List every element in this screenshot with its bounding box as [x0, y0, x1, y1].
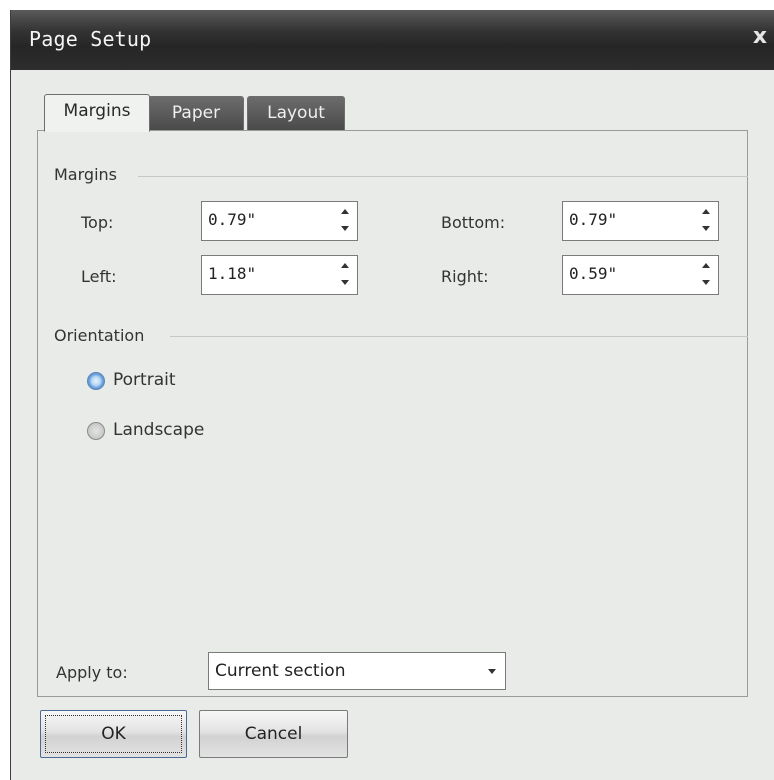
ok-button[interactable]: OK: [40, 710, 187, 758]
bottom-margin-spinner[interactable]: 0.79": [562, 201, 719, 241]
margins-group-label: Margins: [54, 165, 117, 184]
up-down-arrows-icon[interactable]: [336, 205, 354, 237]
right-margin-value[interactable]: 0.59": [569, 264, 617, 283]
close-icon[interactable]: x: [749, 25, 771, 49]
landscape-label[interactable]: Landscape: [113, 420, 204, 440]
top-margin-value[interactable]: 0.79": [208, 210, 256, 229]
right-margin-spinner[interactable]: 0.59": [562, 255, 719, 295]
bottom-label: Bottom:: [441, 213, 506, 232]
ok-button-label[interactable]: OK: [101, 724, 126, 744]
left-label: Left:: [81, 267, 117, 286]
tab-layout[interactable]: Layout: [247, 96, 345, 130]
page-setup-dialog: Page Setup x Paper Layout Margins Margin…: [10, 10, 774, 780]
bottom-margin-value[interactable]: 0.79": [569, 210, 617, 229]
tab-paper[interactable]: Paper: [148, 96, 244, 130]
up-down-arrows-icon[interactable]: [336, 259, 354, 291]
apply-to-dropdown[interactable]: Current section: [208, 652, 506, 690]
cancel-button-label[interactable]: Cancel: [245, 724, 303, 744]
landscape-radio-option[interactable]: Landscape: [87, 420, 227, 442]
portrait-label[interactable]: Portrait: [113, 370, 176, 390]
apply-to-label: Apply to:: [56, 663, 128, 682]
up-down-arrows-icon[interactable]: [697, 205, 715, 237]
up-down-arrows-icon[interactable]: [697, 259, 715, 291]
right-label: Right:: [441, 267, 489, 286]
orientation-group-label: Orientation: [54, 326, 145, 345]
left-margin-spinner[interactable]: 1.18": [201, 255, 358, 295]
tab-margins[interactable]: Margins: [44, 94, 150, 132]
left-margin-value[interactable]: 1.18": [208, 264, 256, 283]
cancel-button[interactable]: Cancel: [199, 710, 348, 758]
top-margin-spinner[interactable]: 0.79": [201, 201, 358, 241]
radio-checked-icon[interactable]: [87, 372, 105, 390]
margins-divider: [138, 176, 748, 177]
dialog-title: Page Setup: [29, 27, 152, 51]
orientation-divider: [170, 336, 748, 337]
apply-to-value[interactable]: Current section: [215, 661, 345, 681]
chevron-down-icon[interactable]: [488, 669, 496, 674]
top-label: Top:: [81, 213, 114, 232]
portrait-radio-option[interactable]: Portrait: [87, 370, 207, 392]
radio-unchecked-icon[interactable]: [87, 422, 105, 440]
title-bar: Page Setup x: [11, 10, 774, 70]
